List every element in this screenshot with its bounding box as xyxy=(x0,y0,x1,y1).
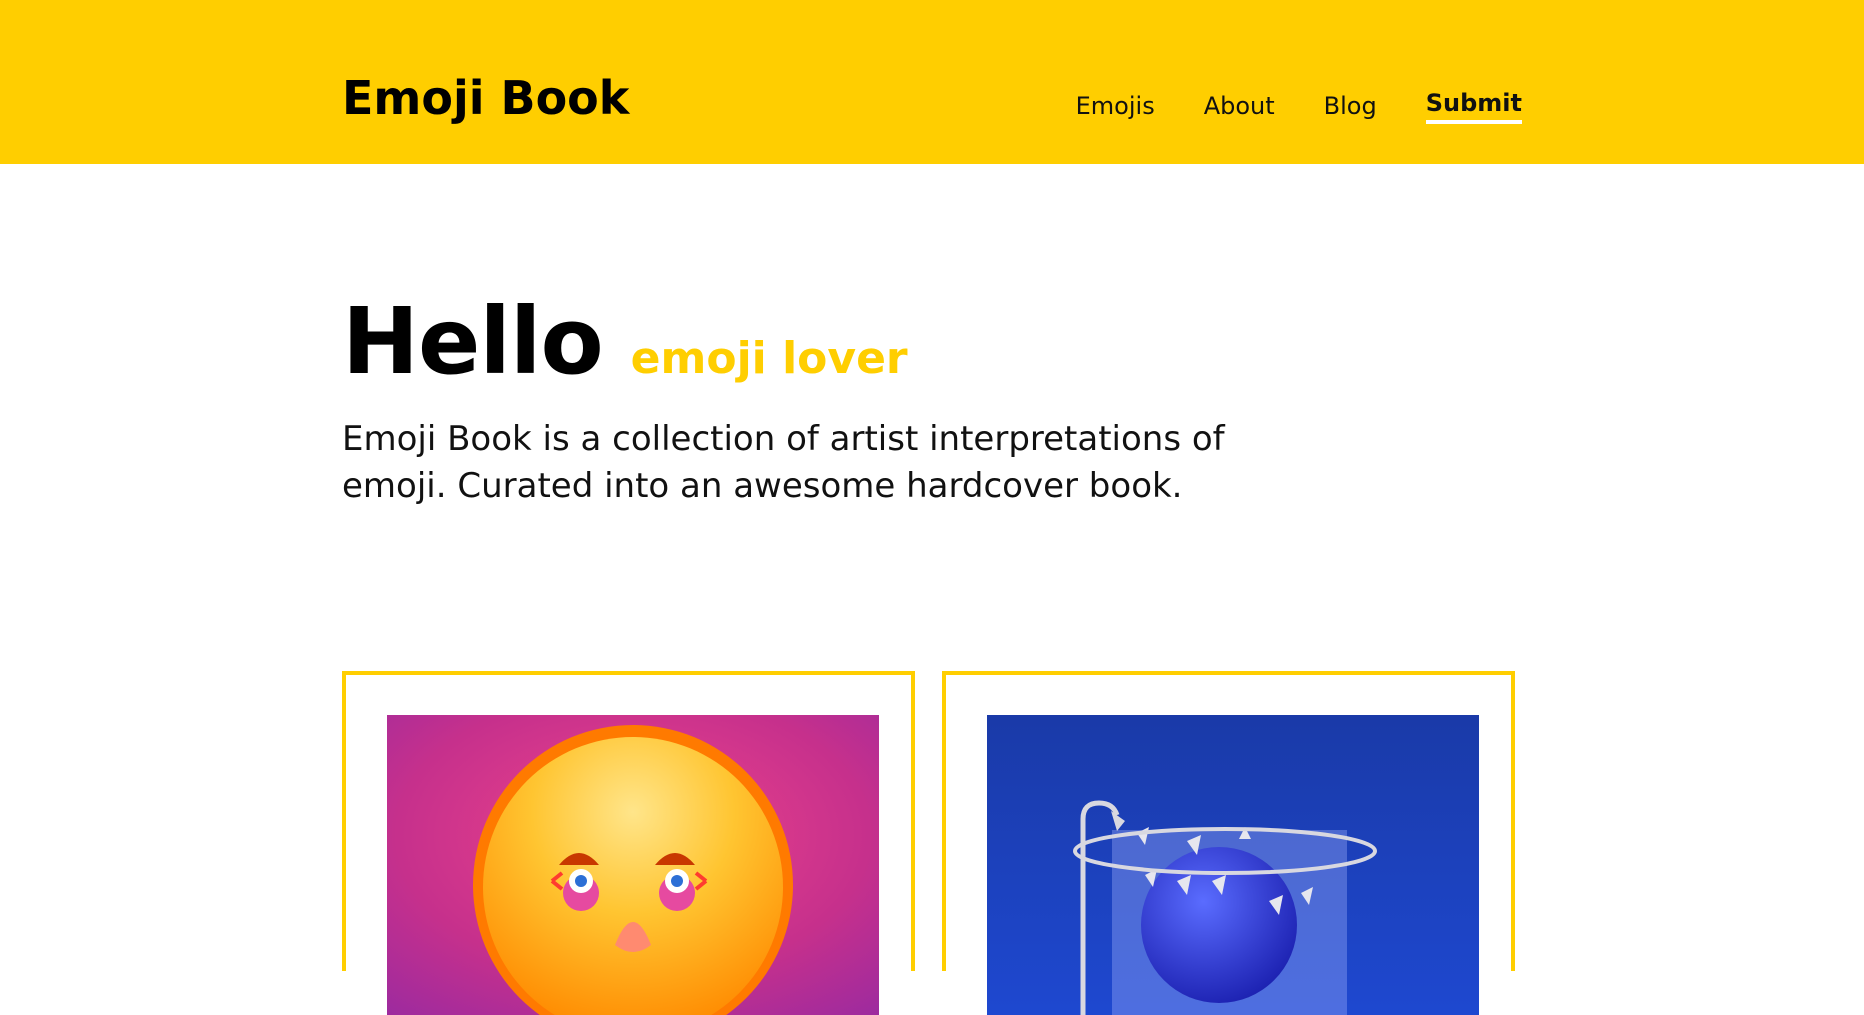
spiky-shower-emoji-artwork[interactable] xyxy=(987,715,1479,1015)
nav-emojis[interactable]: Emojis xyxy=(1076,88,1155,124)
clown-face-emoji-image xyxy=(387,715,879,1015)
site-header: Emoji Book Emojis About Blog Submit xyxy=(0,0,1864,164)
hero: Hello emoji lover Emoji Book is a collec… xyxy=(342,292,1342,510)
nav-blog[interactable]: Blog xyxy=(1324,88,1377,124)
hero-hello: Hello xyxy=(342,288,604,395)
spiky-shower-emoji-image xyxy=(987,715,1479,1015)
hero-intro: Emoji Book is a collection of artist int… xyxy=(342,419,1225,506)
site-logo[interactable]: Emoji Book xyxy=(342,70,629,126)
nav-submit[interactable]: Submit xyxy=(1425,88,1522,124)
emoji-card[interactable] xyxy=(342,671,915,1015)
hero-subtitle: emoji lover xyxy=(630,333,908,384)
main-nav: Emojis About Blog Submit xyxy=(1076,88,1522,124)
clown-face-emoji-artwork[interactable] xyxy=(387,715,879,1015)
nav-about[interactable]: About xyxy=(1204,88,1275,124)
hero-heading: Hello emoji lover xyxy=(342,292,1342,392)
emoji-card[interactable] xyxy=(942,671,1515,1015)
